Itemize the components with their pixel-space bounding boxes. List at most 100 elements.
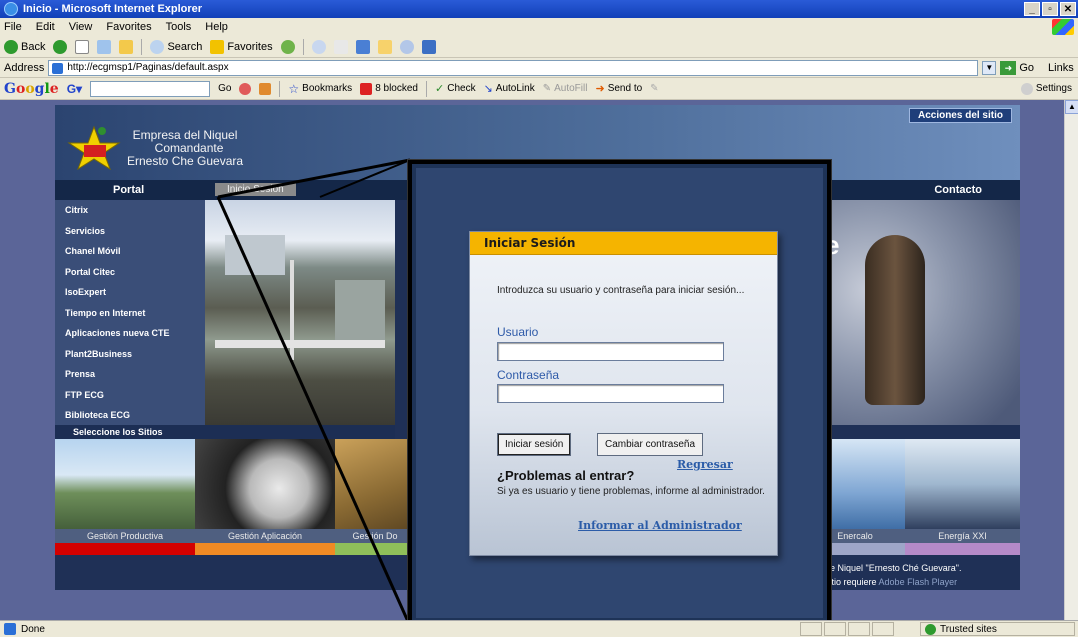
sidenav-item[interactable]: FTP ECG (55, 385, 205, 406)
settings-button[interactable]: Settings (1020, 82, 1072, 95)
stop-icon[interactable] (75, 39, 90, 54)
bookmarks-button[interactable]: ☆ Bookmarks (288, 82, 352, 96)
sidenav-item[interactable]: Prensa (55, 364, 205, 385)
search-icon (150, 39, 165, 54)
sidenav-item[interactable]: Biblioteca ECG (55, 405, 205, 426)
nav-portal[interactable]: Portal (113, 184, 144, 196)
back-link[interactable]: Regresar (677, 458, 733, 471)
sidenav-item[interactable]: Aplicaciones nueva CTE (55, 323, 205, 344)
edit-icon[interactable] (355, 39, 370, 54)
scroll-up-icon[interactable]: ▲ (1065, 100, 1078, 114)
inform-admin-link[interactable]: Informar al Administrador (578, 519, 742, 532)
research-icon[interactable] (421, 39, 436, 54)
menu-help[interactable]: Help (205, 21, 228, 33)
maximize-icon[interactable]: ▫ (1042, 2, 1058, 16)
settings-label: Settings (1035, 83, 1072, 94)
login-button[interactable]: Iniciar sesión (497, 433, 572, 456)
sendto-label: Send to (607, 83, 643, 94)
nav-contacto[interactable]: Contacto (934, 184, 982, 196)
color-strip-red (55, 543, 195, 555)
company-name-line: Ernesto Che Guevara (127, 154, 244, 168)
refresh-icon[interactable] (97, 39, 112, 54)
mail-icon[interactable] (311, 39, 326, 54)
menu-file[interactable]: File (4, 21, 22, 33)
news-icon[interactable] (259, 82, 272, 95)
menu-tools[interactable]: Tools (166, 21, 192, 33)
star-icon (210, 39, 225, 54)
sidenav-item[interactable]: Chanel Móvil (55, 241, 205, 262)
site-actions-button[interactable]: Acciones del sitio (908, 108, 1012, 123)
tile-label[interactable]: Gestión Aplicación (195, 529, 335, 543)
back-button[interactable]: Back (4, 39, 45, 54)
tile-gestion-productiva[interactable] (55, 439, 195, 529)
toolbar-separator (141, 38, 143, 55)
sidenav-item[interactable]: Citrix (55, 200, 205, 221)
back-arrow-icon (4, 39, 18, 54)
address-input[interactable]: http://ecgmsp1/Paginas/default.aspx (48, 59, 979, 76)
forward-arrow-icon[interactable] (53, 39, 68, 54)
tile-label[interactable]: Gestión Productiva (55, 529, 195, 543)
messenger-icon[interactable] (399, 39, 414, 54)
favorites-button[interactable]: Favorites (210, 39, 273, 54)
nav-inicio-sesion[interactable]: Inicio Sesión (215, 183, 296, 196)
color-strip-purple (905, 543, 1020, 555)
flash-player-link[interactable]: Adobe Flash Player (879, 577, 958, 587)
sidenav-item[interactable]: Portal Citec (55, 262, 205, 283)
tile-gestion-aplicacion[interactable] (195, 439, 335, 529)
search-label: Search (167, 40, 203, 53)
address-dropdown-icon[interactable]: ▼ (982, 60, 997, 75)
bookmarks-label: Bookmarks (302, 83, 353, 94)
username-input[interactable] (497, 342, 724, 361)
menu-edit[interactable]: Edit (36, 21, 55, 33)
sidenav-item[interactable]: Servicios (55, 221, 205, 242)
google-g-icon[interactable]: G▾ (67, 82, 82, 96)
google-logo-icon[interactable]: Google (4, 81, 59, 97)
google-search-input[interactable] (90, 80, 211, 97)
folder-icon[interactable] (377, 39, 392, 54)
status-pane (824, 622, 846, 636)
google-go-button[interactable]: Go (218, 83, 231, 94)
links-label[interactable]: Links (1048, 62, 1074, 74)
history-icon[interactable] (280, 39, 295, 54)
tile-label[interactable]: Energía XXI (905, 529, 1020, 543)
status-pane (872, 622, 894, 636)
tile-label[interactable]: Gestión Do (335, 529, 415, 543)
sendto-button[interactable]: ➜ Send to (595, 82, 642, 95)
popup-blocker-button[interactable]: 8 blocked (360, 82, 418, 95)
standard-toolbar: Back Search Favorites (0, 36, 1078, 58)
company-name: Empresa del Niquel Comandante Ernesto Ch… (127, 129, 243, 168)
sidenav-item[interactable]: Plant2Business (55, 344, 205, 365)
spellcheck-button[interactable]: ✓ Check (435, 82, 476, 95)
status-bar: Done Trusted sites (0, 620, 1078, 637)
tile-gestion-documental[interactable] (335, 439, 415, 529)
autolink-label: AutoLink (495, 83, 535, 94)
check-label: Check (447, 83, 476, 94)
popup-blocked-icon (360, 82, 373, 95)
window-title: Inicio - Microsoft Internet Explorer (23, 3, 203, 15)
login-panel: Iniciar Sesión Introduzca su usuario y c… (469, 231, 778, 556)
autofill-button[interactable]: ✎ AutoFill (543, 83, 588, 94)
plant-photo (205, 200, 395, 425)
page-status-icon (4, 623, 16, 635)
change-password-button[interactable]: Cambiar contraseña (597, 433, 704, 456)
blocked-label: 8 blocked (375, 83, 418, 94)
print-icon[interactable] (333, 39, 348, 54)
password-input[interactable] (497, 384, 724, 403)
search-button[interactable]: Search (150, 39, 203, 54)
highlight-icon[interactable]: ✎ (650, 83, 658, 94)
close-icon[interactable]: ✕ (1060, 2, 1076, 16)
security-zone[interactable]: Trusted sites (920, 622, 1075, 636)
tile-energia-xxi[interactable] (905, 439, 1020, 529)
go-button[interactable]: ➜ Go (1000, 60, 1034, 75)
username-label: Usuario (497, 325, 539, 339)
sidenav-item[interactable]: Tiempo en Internet (55, 303, 205, 324)
sidenav-item[interactable]: IsoExpert (55, 282, 205, 303)
home-icon[interactable] (119, 39, 134, 54)
vertical-scrollbar[interactable]: ▲ (1064, 100, 1078, 620)
minimize-icon[interactable]: _ (1024, 2, 1040, 16)
check-icon: ✓ (435, 83, 445, 95)
autolink-button[interactable]: ↘ AutoLink (484, 82, 535, 95)
password-label: Contraseña (497, 368, 560, 382)
menu-favorites[interactable]: Favorites (106, 21, 151, 33)
menu-view[interactable]: View (69, 21, 93, 33)
